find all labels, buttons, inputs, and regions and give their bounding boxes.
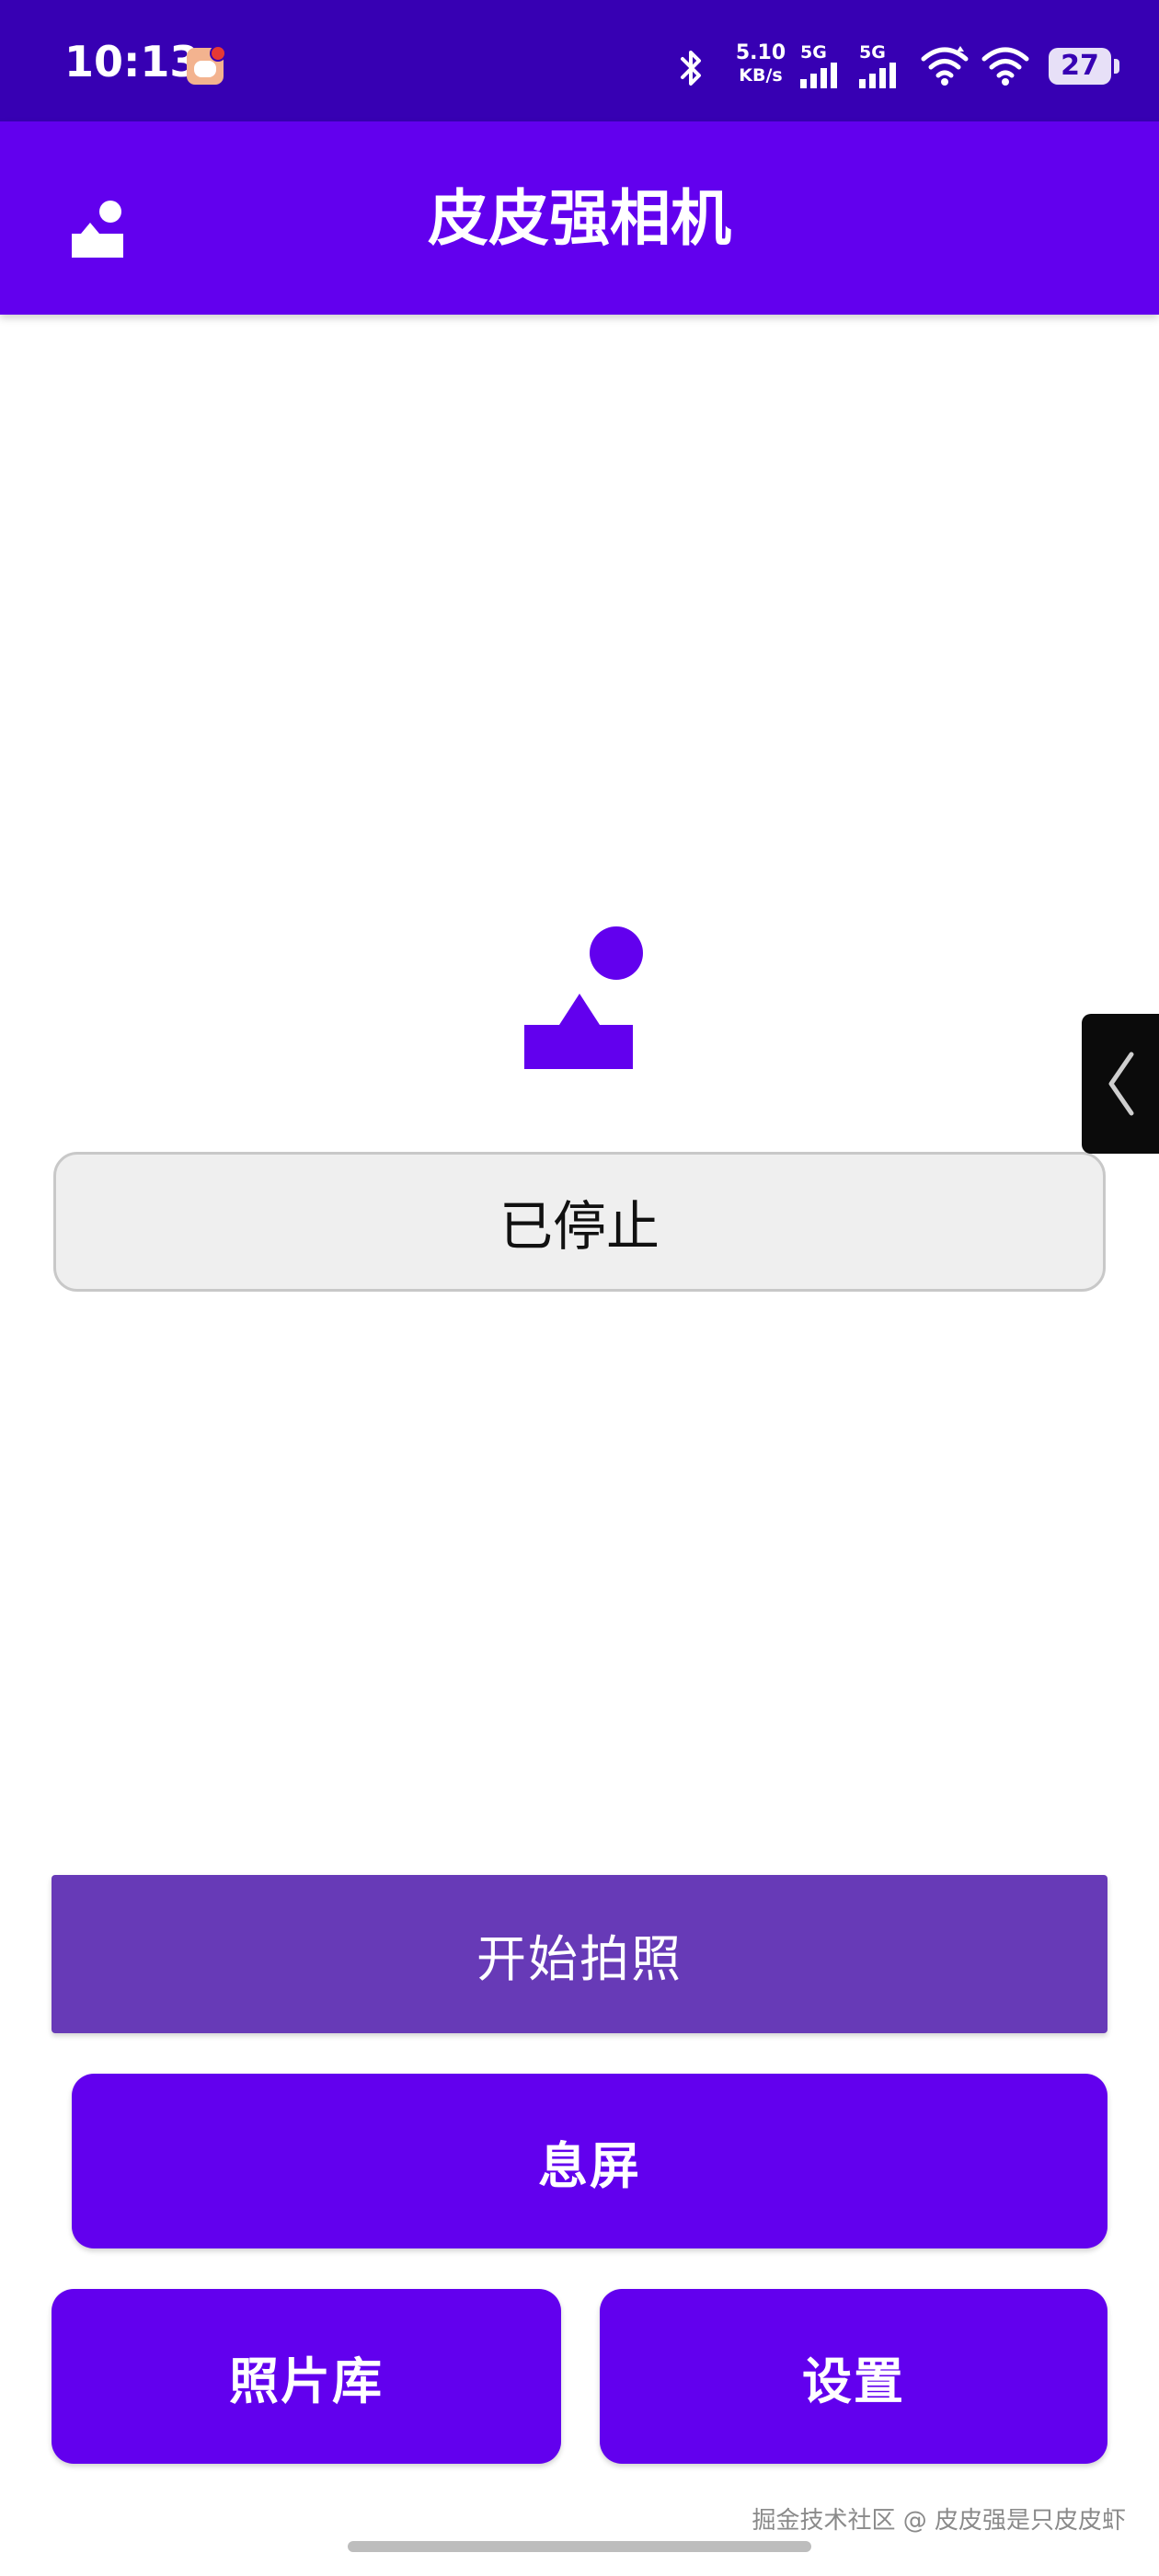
settings-label: 设置 xyxy=(802,2352,905,2410)
camera-status-text: 已停止 xyxy=(499,1195,660,1258)
settings-button[interactable]: 设置 xyxy=(600,2289,1107,2464)
status-icons: 5.10 KB/s 5G 5G 27 xyxy=(644,0,1159,121)
screen-off-label: 息屏 xyxy=(538,2136,641,2195)
network-speed-unit: KB/s xyxy=(739,65,783,86)
app-notification-icon xyxy=(187,45,226,85)
home-indicator[interactable] xyxy=(348,2541,811,2552)
status-bar: 10:13 5.10 KB/s 5G 5G 27 xyxy=(0,0,1159,121)
start-photo-button[interactable]: 开始拍照 xyxy=(52,1875,1107,2033)
battery-icon: 27 xyxy=(1049,48,1119,85)
status-time: 10:13 xyxy=(64,37,200,86)
side-panel-handle[interactable] xyxy=(1082,1014,1159,1154)
network-speed: 5.10 KB/s xyxy=(729,42,793,86)
camera-status-display: 已停止 xyxy=(53,1152,1106,1292)
chevron-left-icon xyxy=(1108,1052,1134,1116)
start-photo-label: 开始拍照 xyxy=(476,1929,683,1988)
bluetooth-icon xyxy=(681,51,701,86)
wifi-icon xyxy=(981,47,1029,86)
signal-2-label: 5G xyxy=(859,42,886,63)
camera-logo-icon xyxy=(524,926,643,1069)
signal-1-label: 5G xyxy=(800,42,827,63)
wifi-icon xyxy=(921,46,969,86)
gallery-button[interactable]: 照片库 xyxy=(52,2289,561,2464)
screen-off-button[interactable]: 息屏 xyxy=(72,2074,1107,2248)
gallery-label: 照片库 xyxy=(229,2352,384,2410)
app-bar: 皮皮强相机 xyxy=(0,121,1159,315)
signal-icon xyxy=(859,63,896,88)
watermark: 掘金技术社区 @ 皮皮强是只皮皮虾 xyxy=(752,2507,1126,2535)
app-title: 皮皮强相机 xyxy=(428,183,731,254)
signal-icon xyxy=(800,63,837,88)
network-speed-value: 5.10 xyxy=(735,41,786,64)
